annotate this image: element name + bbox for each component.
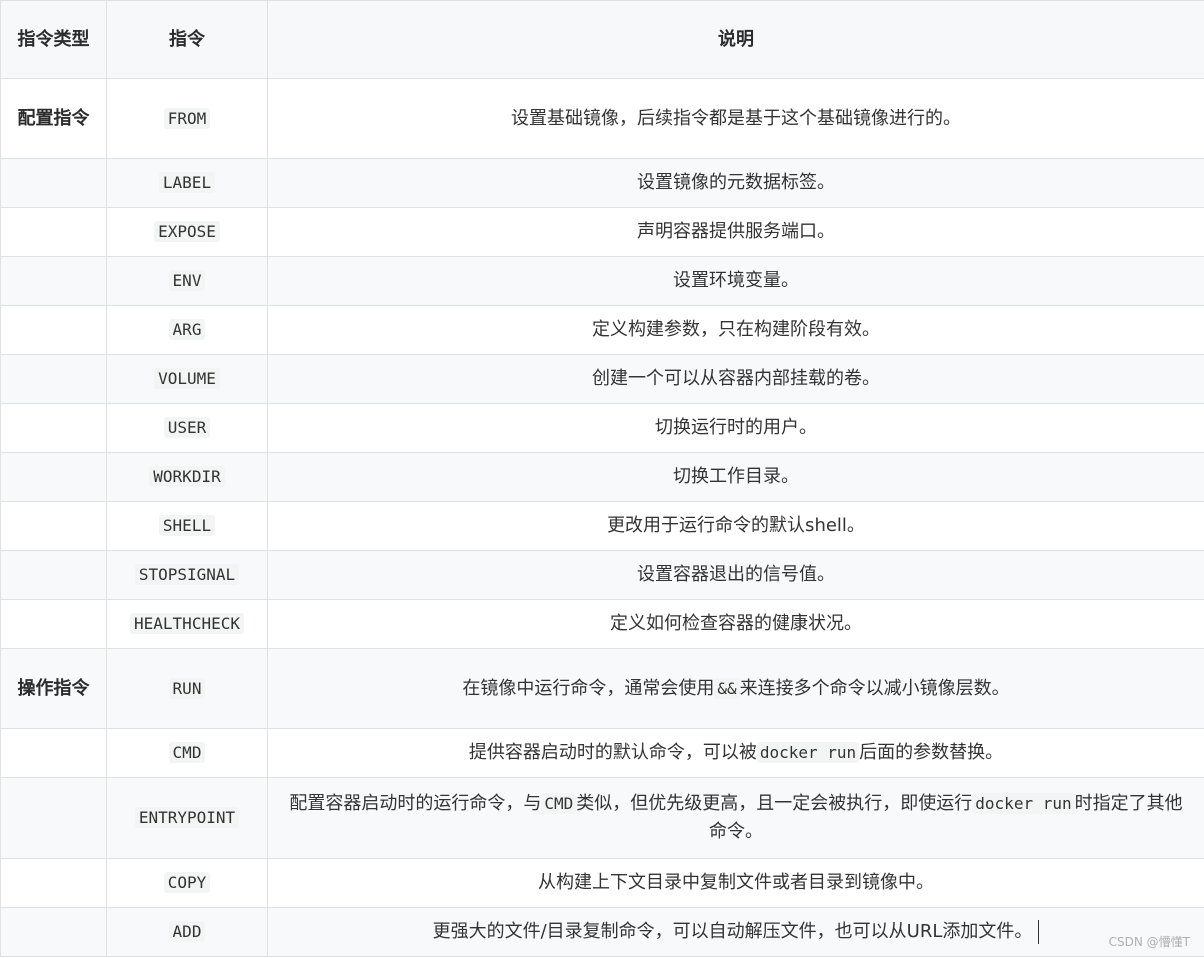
instruction-code: RUN <box>168 677 206 699</box>
header-type: 指令类型 <box>0 0 107 79</box>
instruction-cell: CMD <box>106 728 268 778</box>
type-cell <box>0 550 107 600</box>
header-instruction: 指令 <box>106 0 268 79</box>
description-cell: 设置环境变量。 <box>267 256 1204 306</box>
description-cell: 设置镜像的元数据标签。 <box>267 158 1204 208</box>
type-cell <box>0 158 107 208</box>
table-row: CMD 提供容器启动时的默认命令，可以被 docker run 后面的参数替换。 <box>0 728 1204 778</box>
instruction-code: STOPSIGNAL <box>134 564 240 585</box>
description-cell: 切换工作目录。 <box>267 452 1204 502</box>
inline-code: docker run <box>972 793 1075 814</box>
instruction-code: SHELL <box>158 515 216 536</box>
type-cell <box>0 452 107 502</box>
description-cell: 更改用于运行命令的默认shell。 <box>267 501 1204 551</box>
type-cell <box>0 305 107 355</box>
description-cell: 定义如何检查容器的健康状况。 <box>267 599 1204 649</box>
table-row: HEALTHCHECK 定义如何检查容器的健康状况。 <box>0 599 1204 649</box>
table-row: VOLUME 创建一个可以从容器内部挂载的卷。 <box>0 354 1204 404</box>
description-cell: 更强大的文件/目录复制命令，可以自动解压文件，也可以从URL添加文件。 <box>267 907 1204 957</box>
description-cell: 创建一个可以从容器内部挂载的卷。 <box>267 354 1204 404</box>
type-cell <box>0 858 107 908</box>
description-cell: 定义构建参数，只在构建阶段有效。 <box>267 305 1204 355</box>
instruction-code: LABEL <box>158 172 216 193</box>
description-cell: 设置容器退出的信号值。 <box>267 550 1204 600</box>
instruction-code: COPY <box>163 872 211 893</box>
inline-code: && <box>714 677 740 699</box>
type-cell: 操作指令 <box>0 648 107 729</box>
table-row: 配置指令 FROM 设置基础镜像，后续指令都是基于这个基础镜像进行的。 <box>0 78 1204 159</box>
instruction-cell: WORKDIR <box>106 452 268 502</box>
instruction-cell: HEALTHCHECK <box>106 599 268 649</box>
table-header-row: 指令类型 指令 说明 <box>0 0 1204 79</box>
instruction-cell: RUN <box>106 648 268 729</box>
text-cursor <box>1038 920 1040 944</box>
instruction-code: FROM <box>163 107 211 129</box>
table-row: ENV 设置环境变量。 <box>0 256 1204 306</box>
table-row: LABEL 设置镜像的元数据标签。 <box>0 158 1204 208</box>
instruction-cell: SHELL <box>106 501 268 551</box>
type-cell <box>0 501 107 551</box>
description-cell: 声明容器提供服务端口。 <box>267 207 1204 257</box>
instruction-cell: VOLUME <box>106 354 268 404</box>
table-row: ADD 更强大的文件/目录复制命令，可以自动解压文件，也可以从URL添加文件。 <box>0 907 1204 957</box>
instruction-code: ENV <box>168 270 206 291</box>
table-row: WORKDIR 切换工作目录。 <box>0 452 1204 502</box>
table-row: COPY 从构建上下文目录中复制文件或者目录到镜像中。 <box>0 858 1204 908</box>
description-text: 提供容器启动时的默认命令，可以被 <box>468 742 757 763</box>
table-row: ARG 定义构建参数，只在构建阶段有效。 <box>0 305 1204 355</box>
table-row: SHELL 更改用于运行命令的默认shell。 <box>0 501 1204 551</box>
instruction-cell: ARG <box>106 305 268 355</box>
instruction-cell: FROM <box>106 78 268 159</box>
description-text: 后面的参数替换。 <box>859 742 1004 763</box>
instruction-cell: ADD <box>106 907 268 957</box>
description-cell: 从构建上下文目录中复制文件或者目录到镜像中。 <box>267 858 1204 908</box>
watermark: CSDN @懵懂T <box>1108 935 1190 949</box>
description-text: 更强大的文件/目录复制命令，可以自动解压文件，也可以从URL添加文件。 <box>432 921 1033 942</box>
instruction-cell: USER <box>106 403 268 453</box>
inline-code: CMD <box>541 793 577 814</box>
instruction-code: WORKDIR <box>149 466 225 487</box>
description-cell: 在镜像中运行命令，通常会使用 && 来连接多个命令以减小镜像层数。 <box>267 648 1204 729</box>
instruction-code: VOLUME <box>154 368 220 389</box>
instruction-code: ENTRYPOINT <box>134 807 240 828</box>
type-cell <box>0 777 107 859</box>
dockerfile-instructions-table: 指令类型 指令 说明 配置指令 FROM 设置基础镜像，后续指令都是基于这个基础… <box>0 0 1204 957</box>
instruction-code: USER <box>163 417 211 438</box>
instruction-cell: ENV <box>106 256 268 306</box>
description-cell: 配置容器启动时的运行命令，与 CMD 类似，但优先级更高，且一定会被执行，即使运行 d… <box>267 777 1204 859</box>
instruction-cell: ENTRYPOINT <box>106 777 268 859</box>
instruction-cell: LABEL <box>106 158 268 208</box>
instruction-cell: COPY <box>106 858 268 908</box>
description-text: 在镜像中运行命令，通常会使用 <box>462 677 715 699</box>
type-cell <box>0 599 107 649</box>
type-cell <box>0 403 107 453</box>
type-cell <box>0 256 107 306</box>
table-row: ENTRYPOINT 配置容器启动时的运行命令，与 CMD 类似，但优先级更高，且一… <box>0 777 1204 859</box>
description-cell: 切换运行时的用户。 <box>267 403 1204 453</box>
description-text: 配置容器启动时的运行命令，与 <box>289 793 542 814</box>
instruction-code: CMD <box>168 742 206 763</box>
instruction-code: EXPOSE <box>154 221 220 242</box>
inline-code: docker run <box>756 742 860 763</box>
table-row: EXPOSE 声明容器提供服务端口。 <box>0 207 1204 257</box>
type-cell <box>0 354 107 404</box>
type-cell <box>0 907 107 957</box>
instruction-code: ADD <box>168 921 206 942</box>
instruction-cell: EXPOSE <box>106 207 268 257</box>
description-text: 类似，但优先级更高，且一定会被执行，即使运行 <box>576 793 973 814</box>
type-cell: 配置指令 <box>0 78 107 159</box>
type-cell <box>0 207 107 257</box>
description-text: 来连接多个命令以减小镜像层数。 <box>739 677 1010 699</box>
instruction-code: HEALTHCHECK <box>130 613 244 634</box>
description-cell: 设置基础镜像，后续指令都是基于这个基础镜像进行的。 <box>267 78 1204 159</box>
description-cell: 提供容器启动时的默认命令，可以被 docker run 后面的参数替换。 <box>267 728 1204 778</box>
instruction-cell: STOPSIGNAL <box>106 550 268 600</box>
instruction-code: ARG <box>168 319 206 340</box>
table-row: USER 切换运行时的用户。 <box>0 403 1204 453</box>
table-row: 操作指令 RUN 在镜像中运行命令，通常会使用 && 来连接多个命令以减小镜像层数。 <box>0 648 1204 729</box>
type-cell <box>0 728 107 778</box>
table-row: STOPSIGNAL 设置容器退出的信号值。 <box>0 550 1204 600</box>
header-description: 说明 <box>267 0 1204 79</box>
